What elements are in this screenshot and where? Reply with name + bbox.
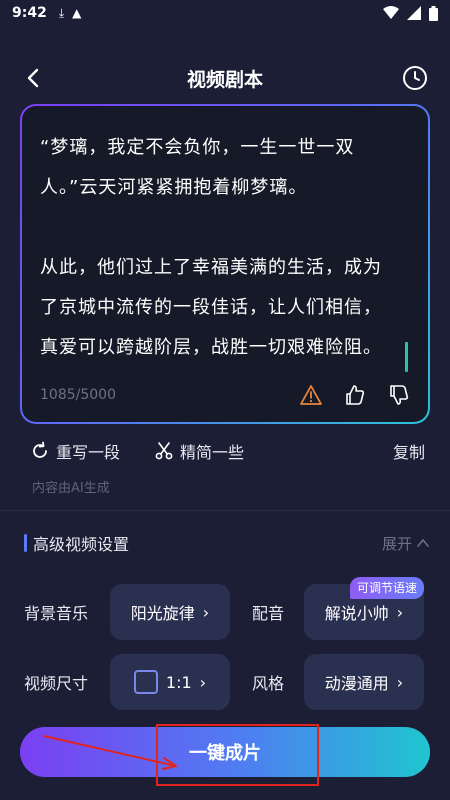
feedback-actions <box>300 384 410 406</box>
history-clock-icon[interactable] <box>402 65 428 91</box>
page-title: 视频剧本 <box>186 68 263 91</box>
chevron-right-icon: › <box>396 602 404 622</box>
divider <box>0 510 450 511</box>
music-label: 背景音乐 <box>24 604 89 623</box>
style-label: 风格 <box>252 674 285 693</box>
script-line <box>40 208 410 248</box>
size-selector[interactable]: 1:1 › <box>110 654 230 710</box>
generate-video-button[interactable]: 一键成片 <box>20 727 430 777</box>
copy-button[interactable]: 复制 <box>393 439 425 463</box>
chevron-right-icon: › <box>199 672 207 692</box>
speed-adjust-badge[interactable]: 可调节语速 <box>350 577 425 599</box>
advanced-settings-title: 高级视频设置 <box>33 535 130 554</box>
refresh-icon <box>33 441 47 458</box>
style-selector[interactable]: 动漫通用 › <box>304 654 424 710</box>
chevron-right-icon: › <box>396 672 404 692</box>
size-value: 1:1 <box>165 672 192 692</box>
wifi-icon <box>383 6 399 19</box>
generate-label: 一键成片 <box>189 743 261 764</box>
status-time: 9:42 <box>12 5 47 21</box>
rewrite-button[interactable]: 重写一段 <box>30 439 120 463</box>
size-style-row: 视频尺寸 1:1 › 风格 动漫通用 › <box>24 654 426 710</box>
simplify-button[interactable]: 精简一些 <box>154 439 244 463</box>
script-line: 从此，他们过上了幸福美满的生活，成为 <box>40 257 382 278</box>
music-value: 阳光旋律 <box>130 604 195 623</box>
aspect-ratio-icon <box>133 670 158 694</box>
thumbs-down-icon[interactable] <box>388 384 410 406</box>
expand-button[interactable]: 展开 <box>382 533 430 554</box>
chevron-up-icon <box>417 538 429 547</box>
warning-icon[interactable] <box>300 384 322 406</box>
script-editor[interactable]: “梦璃，我定不会负你，一生一世一双 人。”云天河紧紧拥抱着柳梦璃。 从此，他们过… <box>22 106 428 422</box>
rewrite-label: 重写一段 <box>56 443 121 462</box>
advanced-settings-header: 高级视频设置 展开 <box>24 530 430 556</box>
simplify-label: 精简一些 <box>180 443 245 462</box>
script-line: 人。”云天河紧紧拥抱着柳梦璃。 <box>40 177 308 198</box>
music-selector[interactable]: 阳光旋律 › <box>110 584 230 640</box>
battery-icon <box>429 5 438 21</box>
signal-icon <box>407 6 421 20</box>
script-card: “梦璃，我定不会负你，一生一世一双 人。”云天河紧紧拥抱着柳梦璃。 从此，他们过… <box>20 104 430 424</box>
section-marker <box>24 534 27 552</box>
char-counter: 1085/5000 <box>40 387 116 403</box>
download-icon: ⤓ <box>58 5 65 20</box>
status-icons <box>383 5 438 21</box>
back-arrow-icon[interactable] <box>22 66 46 90</box>
voice-value: 解说小帅 <box>324 604 389 623</box>
script-line: “梦璃，我定不会负你，一生一世一双 <box>40 137 355 158</box>
script-line: 了京城中流传的一段佳话，让人们相信， <box>40 297 382 318</box>
app-notification-icon: ▲ <box>72 6 82 20</box>
text-cursor <box>405 342 408 372</box>
style-value: 动漫通用 <box>324 674 389 693</box>
expand-label: 展开 <box>381 534 412 553</box>
scissors-icon <box>155 442 173 460</box>
script-actions: 重写一段 精简一些 复制 <box>30 437 425 465</box>
script-text[interactable]: “梦璃，我定不会负你，一生一世一双 人。”云天河紧紧拥抱着柳梦璃。 从此，他们过… <box>40 128 410 368</box>
nav-bar: 视频剧本 <box>0 52 450 104</box>
status-bar: 9:42 ⤓ ▲ <box>0 0 450 26</box>
thumbs-up-icon[interactable] <box>344 384 366 406</box>
chevron-right-icon: › <box>202 602 210 622</box>
ai-generated-note: 内容由AI生成 <box>32 481 110 496</box>
voice-label: 配音 <box>252 604 285 623</box>
script-line: 真爱可以跨越阶层，战胜一切艰难险阻。 <box>40 337 382 358</box>
size-label: 视频尺寸 <box>24 674 89 693</box>
